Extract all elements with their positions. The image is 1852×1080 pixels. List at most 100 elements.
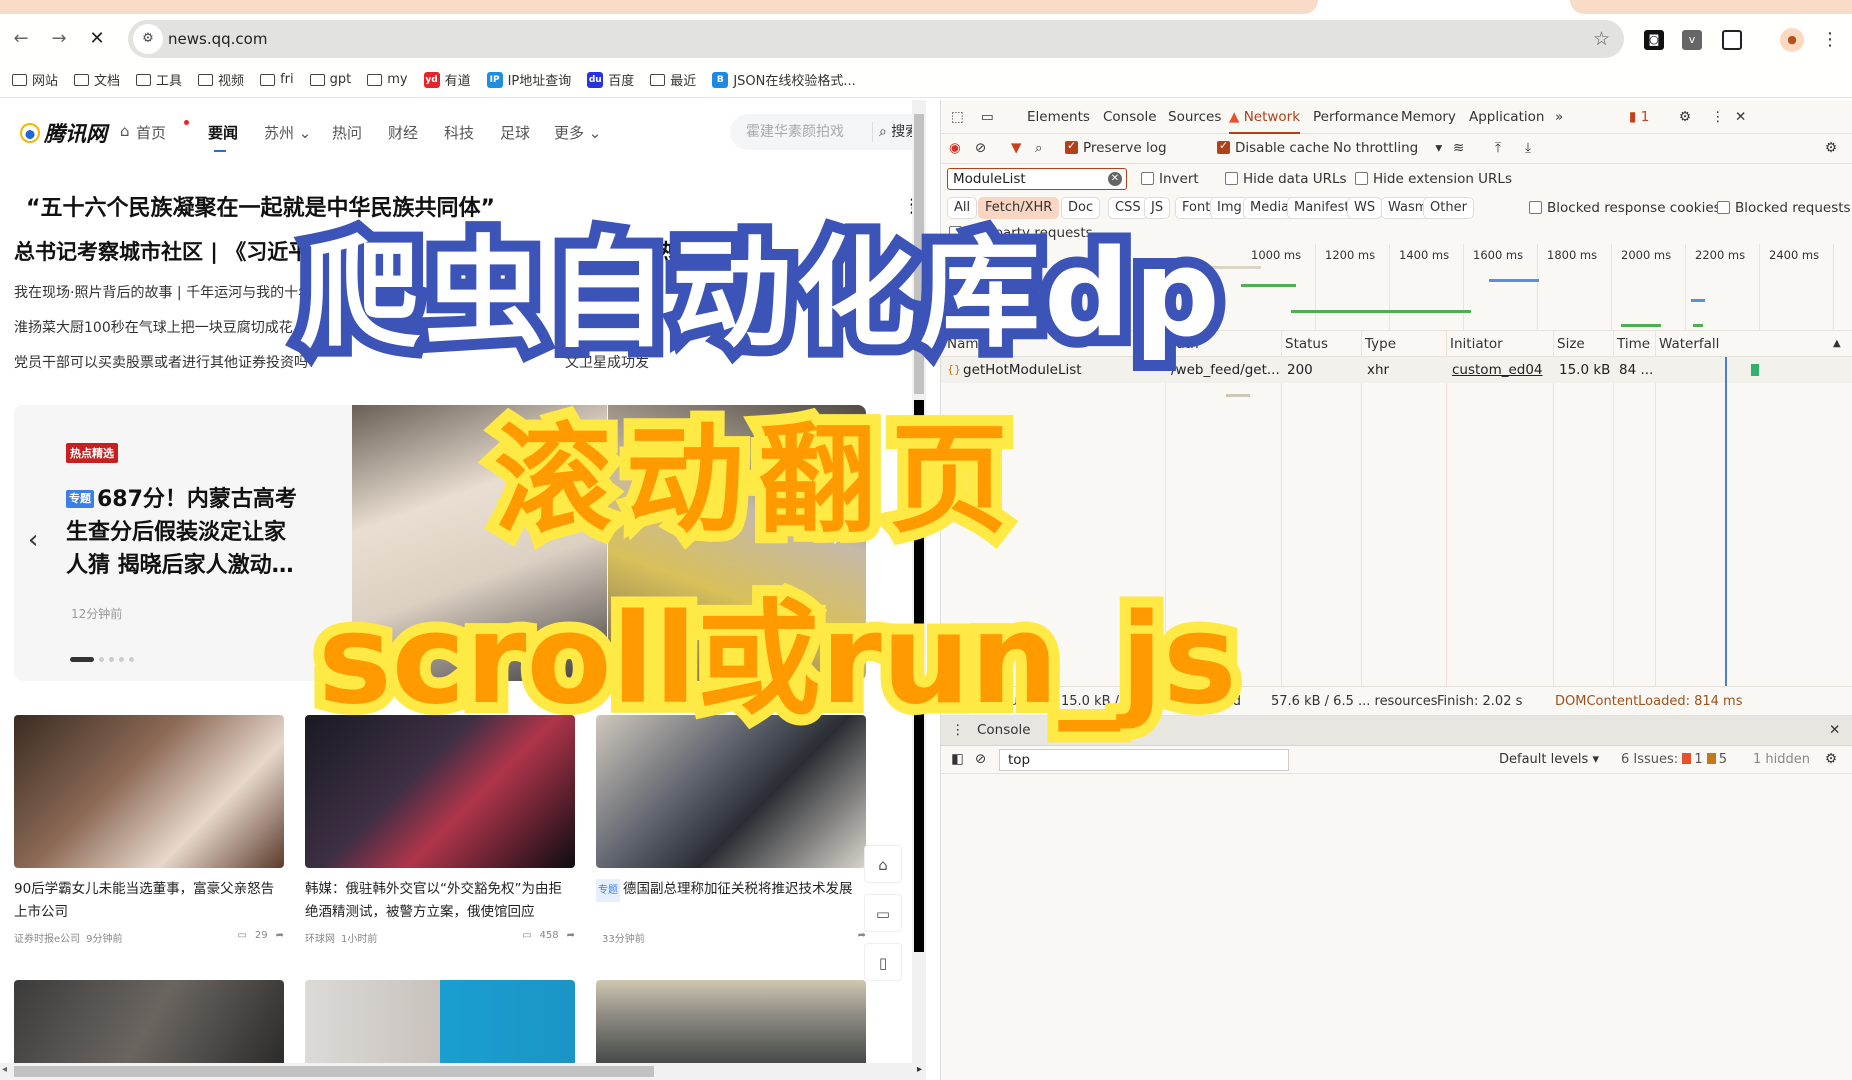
horizontal-scroll-thumb[interactable] (14, 1066, 654, 1077)
third-party-checkbox[interactable]: 3rd-party requests (949, 225, 1093, 241)
news-caption[interactable]: 韩媒：俄驻韩外交官以“外交豁免权”为由拒绝酒精测试，被警方立案，俄使馆回应 (305, 878, 575, 924)
request-initiator[interactable]: custom_ed04 (1452, 357, 1544, 383)
extension-icon[interactable]: ◙ (1644, 30, 1664, 50)
checkbox[interactable] (1141, 172, 1154, 185)
preserve-log-checkbox[interactable]: Preserve log (1065, 139, 1167, 156)
blocked-requests-checkbox[interactable]: Blocked requests (1717, 200, 1851, 216)
clear-filter-icon[interactable]: ✕ (1108, 172, 1122, 186)
blocked-response-cookies-checkbox[interactable]: Blocked response cookies (1529, 200, 1721, 216)
headline-second[interactable]: 总书记考察城市社区 | 《习近平 (14, 236, 309, 266)
network-conditions-icon[interactable]: ≋ (1453, 140, 1464, 156)
column-header-name[interactable]: Name (947, 331, 987, 357)
import-har-icon[interactable]: ⤒ (1495, 140, 1501, 156)
bookmark-item[interactable]: B JSON在线校验格式... (712, 70, 856, 89)
bookmark-item[interactable]: 视频 (198, 70, 244, 89)
bookmark-item[interactable]: 工具 (136, 70, 182, 89)
column-header-path[interactable]: Path (1169, 331, 1199, 357)
bookmark-item[interactable]: IP IP地址查询 (486, 70, 571, 89)
devtools-settings-icon[interactable]: ⚙ (1679, 100, 1691, 134)
browser-tabs-group-right[interactable] (1570, 0, 1852, 14)
news-link[interactable]: 淮扬菜大厨100秒在气球上把一块豆腐切成花 (14, 317, 293, 337)
carousel-dot[interactable] (99, 657, 104, 662)
comment-count[interactable]: 458 (540, 930, 559, 945)
page-horizontal-scrollbar[interactable]: ◂ ▸ (0, 1063, 926, 1080)
devtools-tab-memory[interactable]: Memory (1401, 100, 1456, 134)
bookmark-star-icon[interactable]: ☆ (1593, 20, 1610, 58)
news-image[interactable] (305, 980, 575, 1067)
devtools-tab-network[interactable]: ▲ Network (1229, 100, 1301, 134)
hide-data-urls-checkbox[interactable]: Hide data URLs (1225, 171, 1347, 187)
type-filter-fetch-xhr[interactable]: Fetch/XHR (978, 197, 1060, 219)
disable-cache-checkbox[interactable]: Disable cache (1217, 139, 1329, 156)
devtools-close-icon[interactable]: ✕ (1735, 100, 1746, 134)
site-search[interactable]: 霍建华素颜拍戏 ⌕ 搜索 (730, 114, 926, 150)
drawer-tab-console[interactable]: Console (977, 722, 1031, 738)
site-nav-item[interactable]: 热问 (332, 122, 362, 143)
extensions-puzzle-icon[interactable] (1722, 30, 1742, 50)
record-button[interactable]: ◉ (949, 140, 961, 156)
news-caption-text[interactable]: 德国副总理称加征关税将推迟技术发展 (623, 881, 853, 897)
column-header-type[interactable]: Type (1365, 331, 1396, 357)
devtools-tab-application[interactable]: Application (1469, 100, 1544, 134)
news-link[interactable]: 话” (600, 282, 621, 302)
bookmark-item[interactable]: my (367, 72, 408, 87)
carousel-title-text[interactable]: 687分！内蒙古高考生查分后假装淡定让家人猜 揭晓后家人激动… (66, 487, 297, 578)
extension-v-icon[interactable]: v (1682, 30, 1702, 50)
column-header-waterfall[interactable]: Waterfall (1659, 331, 1719, 357)
checkbox[interactable] (949, 226, 962, 239)
hot-carousel[interactable]: 热点精选 专题 687分！内蒙古高考生查分后假装淡定让家人猜 揭晓后家人激动… 1… (14, 405, 866, 681)
headline-main[interactable]: “五十六个民族凝聚在一起就是中华民族共同体” (26, 190, 495, 222)
page-scroll-thumb[interactable] (914, 114, 924, 394)
issues-summary[interactable]: 6 Issues: 1 5 (1621, 752, 1727, 767)
drawer-menu-icon[interactable]: ⋮ (951, 722, 965, 738)
news-image[interactable] (14, 715, 284, 868)
more-tabs-button[interactable]: » (1555, 100, 1563, 134)
filter-input[interactable]: ModuleList ✕ (947, 168, 1127, 190)
devtools-tab-console[interactable]: Console (1103, 100, 1157, 134)
mobile-float-button[interactable]: ▯ (864, 943, 902, 981)
site-nav-item[interactable]: 首页 (136, 122, 166, 143)
column-header-time[interactable]: Time (1617, 331, 1650, 357)
devtools-tab-elements[interactable]: Elements (1027, 100, 1090, 134)
hide-extension-urls-checkbox[interactable]: Hide extension URLs (1355, 171, 1512, 187)
checkbox[interactable] (1225, 172, 1238, 185)
bookmark-item[interactable]: 文档 (74, 70, 120, 89)
news-link[interactable]: 党员干部可以买卖股票或者进行其他证券投资吗? (14, 352, 315, 372)
console-clear-icon[interactable]: ⊘ (975, 751, 986, 767)
news-card[interactable]: 90后学霸女儿未能当选董事，富豪父亲怒告上市公司 证券时报e公司 9分钟前 ▭ 29 ➦ (14, 715, 284, 945)
news-link[interactable]: 我在现场·照片背后的故事 | 千年运河与我的十年 (14, 282, 312, 302)
bookmark-item[interactable]: 网站 (12, 70, 58, 89)
carousel-dot[interactable] (119, 657, 124, 662)
site-nav-item[interactable]: 足球 (500, 122, 530, 143)
search-icon[interactable]: ⌕ (1035, 140, 1043, 156)
type-filter-all[interactable]: All (947, 197, 978, 219)
checkbox-checked[interactable] (1217, 139, 1230, 154)
issues-badge[interactable]: ▮ 1 (1629, 100, 1649, 134)
browser-menu-icon[interactable]: ⋮ (1820, 30, 1840, 50)
checkbox[interactable] (1717, 201, 1730, 214)
device-toolbar-icon[interactable]: ▭ (981, 100, 994, 134)
news-card[interactable]: 韩媒：俄驻韩外交官以“外交豁免权”为由拒绝酒精测试，被警方立案，俄使馆回应 环球网… (305, 715, 575, 945)
context-select[interactable]: top (999, 749, 1289, 771)
news-card[interactable]: 专题 德国副总理称加征关税将推迟技术发展 33分钟前 ➦ (596, 715, 866, 945)
sort-ascending-icon[interactable]: ▲ (1833, 331, 1841, 357)
site-nav-item[interactable]: 科技 (444, 122, 474, 143)
back-button[interactable]: ← (8, 26, 34, 52)
carousel-image-right[interactable] (608, 405, 866, 681)
console-sidebar-icon[interactable]: ◧ (951, 751, 964, 767)
network-settings-icon[interactable]: ⚙ (1825, 140, 1837, 156)
bookmark-item[interactable]: du 百度 (587, 70, 634, 89)
clear-button[interactable]: ⊘ (975, 140, 986, 156)
news-caption-text[interactable]: 90后学霸女儿未能当选董事，富豪父亲怒告上市公司 (14, 881, 274, 920)
comment-icon[interactable]: ▭ (522, 930, 531, 945)
share-icon[interactable]: ➦ (276, 930, 284, 945)
type-filter-css[interactable]: CSS (1108, 197, 1148, 219)
bookmark-item[interactable]: 最近 (650, 70, 696, 89)
drawer-close-icon[interactable]: ✕ (1829, 722, 1840, 738)
inspect-element-icon[interactable]: ⬚ (951, 100, 964, 134)
news-caption-text[interactable]: 韩媒：俄驻韩外交官以“外交豁免权”为由拒绝酒精测试，被警方立案，俄使馆回应 (305, 881, 562, 920)
comment-count[interactable]: 29 (255, 930, 268, 945)
carousel-next-button[interactable]: › (832, 523, 842, 553)
carousel-dot[interactable] (70, 657, 94, 662)
url-text[interactable]: news.qq.com (168, 20, 267, 58)
